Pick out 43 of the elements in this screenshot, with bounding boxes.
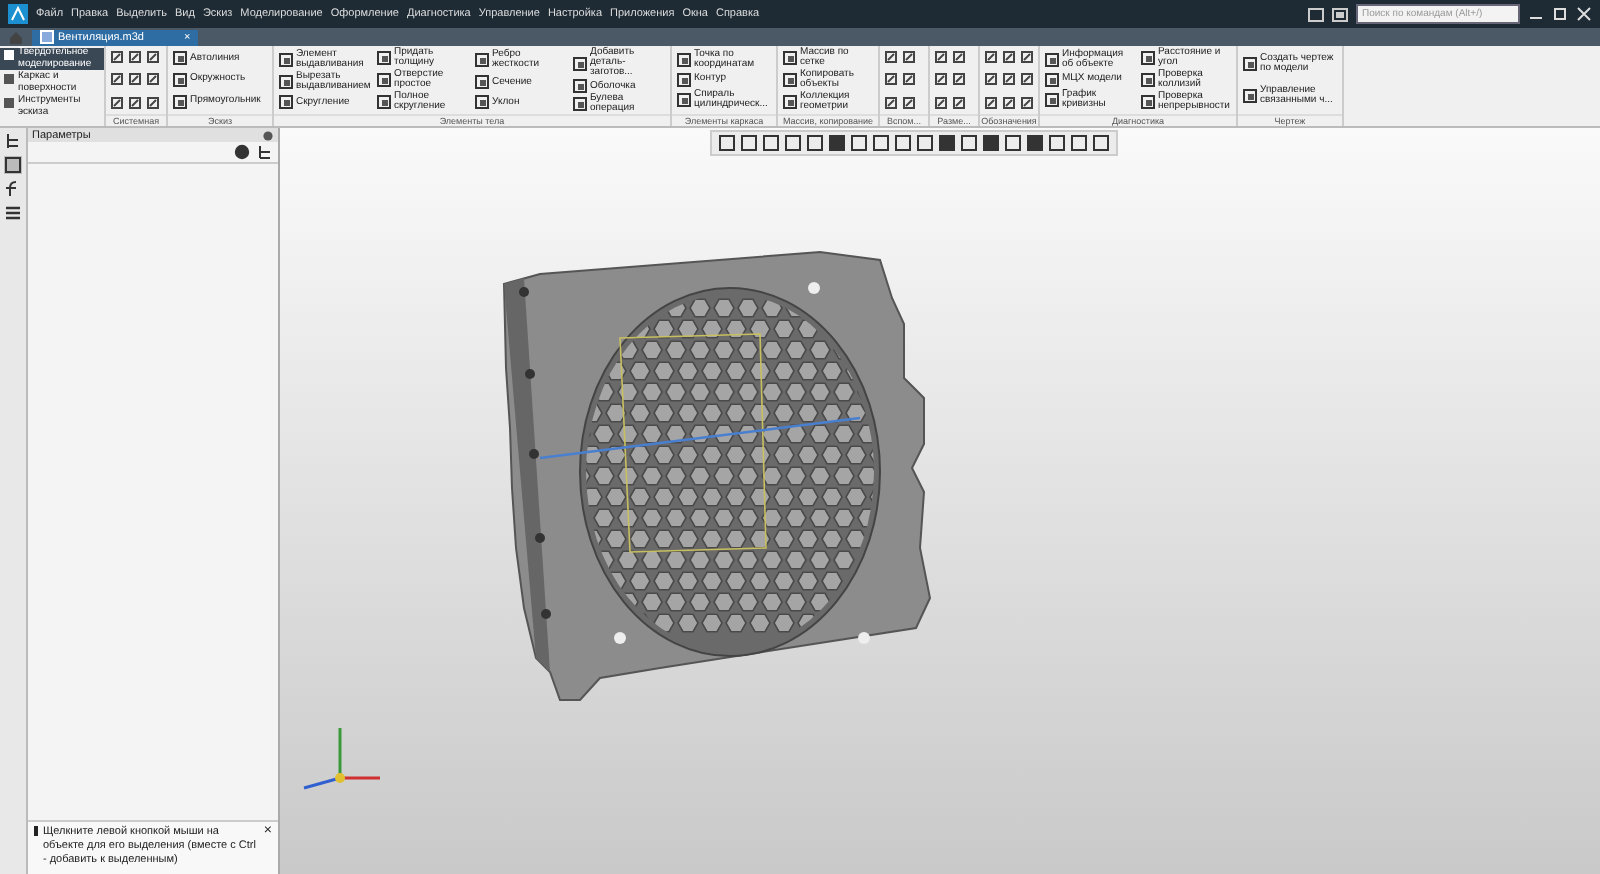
parameters-icon[interactable] xyxy=(4,156,22,174)
tool-icon[interactable] xyxy=(146,50,160,65)
tool-icon[interactable] xyxy=(110,95,124,110)
tool-icon[interactable] xyxy=(952,95,966,110)
window-layout-icon[interactable] xyxy=(1308,7,1324,21)
tool-icon[interactable] xyxy=(934,72,948,87)
tool-icon[interactable] xyxy=(1002,50,1016,65)
tool-icon[interactable] xyxy=(1002,95,1016,110)
screen-icon[interactable] xyxy=(1332,7,1348,21)
tool-icon[interactable] xyxy=(902,72,916,87)
tool-icon[interactable] xyxy=(984,50,998,65)
tool-icon[interactable] xyxy=(884,72,898,87)
tool-icon[interactable] xyxy=(1002,72,1016,87)
tool-icon[interactable] xyxy=(984,72,998,87)
tool-icon[interactable] xyxy=(884,95,898,110)
tool-icon[interactable] xyxy=(128,72,142,87)
tool-icon[interactable] xyxy=(984,95,998,110)
tree-icon[interactable] xyxy=(256,144,272,160)
tool-icon[interactable] xyxy=(934,50,948,65)
tool-icon[interactable] xyxy=(884,50,898,65)
tool-icon[interactable] xyxy=(128,95,142,110)
list-icon[interactable] xyxy=(4,204,22,222)
app-logo-icon xyxy=(8,4,28,24)
tool-icon[interactable] xyxy=(128,50,142,65)
tool-icon[interactable] xyxy=(952,72,966,87)
document-icon xyxy=(40,30,54,44)
tool-icon[interactable] xyxy=(146,95,160,110)
tool-icon[interactable] xyxy=(934,95,948,110)
axis-triad-icon xyxy=(303,728,380,790)
tool-icon[interactable] xyxy=(1020,50,1034,65)
maximize-icon[interactable] xyxy=(1552,6,1568,22)
tool-icon[interactable] xyxy=(110,72,124,87)
message-icon xyxy=(34,826,39,836)
tool-icon[interactable] xyxy=(902,50,916,65)
tool-icon[interactable] xyxy=(902,95,916,110)
tool-icon[interactable] xyxy=(110,50,124,65)
tool-icon[interactable] xyxy=(146,72,160,87)
tool-icon[interactable] xyxy=(952,50,966,65)
tool-icon[interactable] xyxy=(1020,72,1034,87)
function-icon[interactable] xyxy=(4,180,22,198)
tool-icon[interactable] xyxy=(1020,95,1034,110)
tree-icon[interactable] xyxy=(4,132,22,150)
close-icon[interactable] xyxy=(1576,6,1592,22)
